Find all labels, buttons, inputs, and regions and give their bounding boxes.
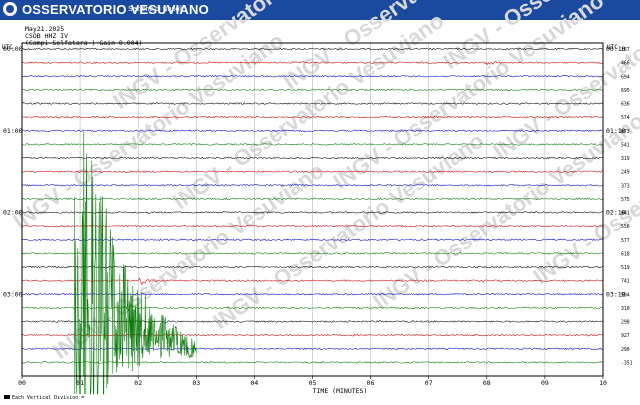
right-amplitude-value: 290: [621, 347, 630, 353]
left-time-label: 02:00: [3, 209, 23, 217]
x-tick-label: 09: [541, 379, 549, 387]
x-tick-label: 00: [18, 379, 26, 387]
left-time-label: 01:00: [3, 127, 23, 135]
right-amplitude-value: 519: [621, 265, 630, 271]
right-amplitude-value: 594: [621, 292, 630, 298]
seismogram-chart: INGV - Osservatorio VesuvianoINGV - Osse…: [0, 0, 640, 405]
right-amplitude-value: 927: [621, 333, 630, 339]
right-amplitude-value: 618: [621, 251, 630, 257]
left-time-label: 00:00: [3, 45, 23, 53]
right-amplitude-value: 636: [621, 102, 630, 108]
station-line-3: (Campi Solfatara ) Gain 0.004): [25, 39, 142, 47]
right-amplitude-value: 694: [621, 74, 630, 80]
right-amplitude-value: 298: [621, 320, 630, 326]
right-amplitude-value: 577: [621, 238, 630, 244]
x-tick-label: 06: [367, 379, 375, 387]
right-amplitude-value: -351: [621, 360, 633, 366]
scale-marker: [4, 395, 10, 399]
x-tick-label: 08: [483, 379, 491, 387]
right-amplitude-value: 319: [621, 156, 630, 162]
right-amplitude-value: 574: [621, 115, 630, 121]
scale-note: Each Vertical Division =: [12, 395, 84, 401]
x-tick-label: 05: [309, 379, 317, 387]
right-amplitude-value: 673: [621, 129, 630, 135]
right-amplitude-value: 695: [621, 88, 630, 94]
x-tick-label: 04: [250, 379, 258, 387]
right-amplitude-value: 167: [621, 47, 630, 53]
right-amplitude-value: 575: [621, 197, 630, 203]
x-tick-label: 02: [134, 379, 142, 387]
x-tick-label: 01: [76, 379, 84, 387]
x-tick-label: 10: [599, 379, 607, 387]
right-amplitude-value: 466: [621, 61, 630, 67]
right-amplitude-value: 541: [621, 142, 630, 148]
x-tick-label: 07: [425, 379, 433, 387]
right-amplitude-value: 249: [621, 170, 630, 176]
right-amplitude-value: 310: [621, 306, 630, 312]
right-amplitude-value: 641: [621, 211, 630, 217]
left-time-label: 03:00: [3, 290, 23, 298]
x-axis-label: TIME (MINUTES): [313, 387, 368, 395]
right-amplitude-value: 373: [621, 183, 630, 189]
right-amplitude-value: 556: [621, 224, 630, 230]
x-tick-label: 03: [192, 379, 200, 387]
right-amplitude-value: 741: [621, 279, 630, 285]
